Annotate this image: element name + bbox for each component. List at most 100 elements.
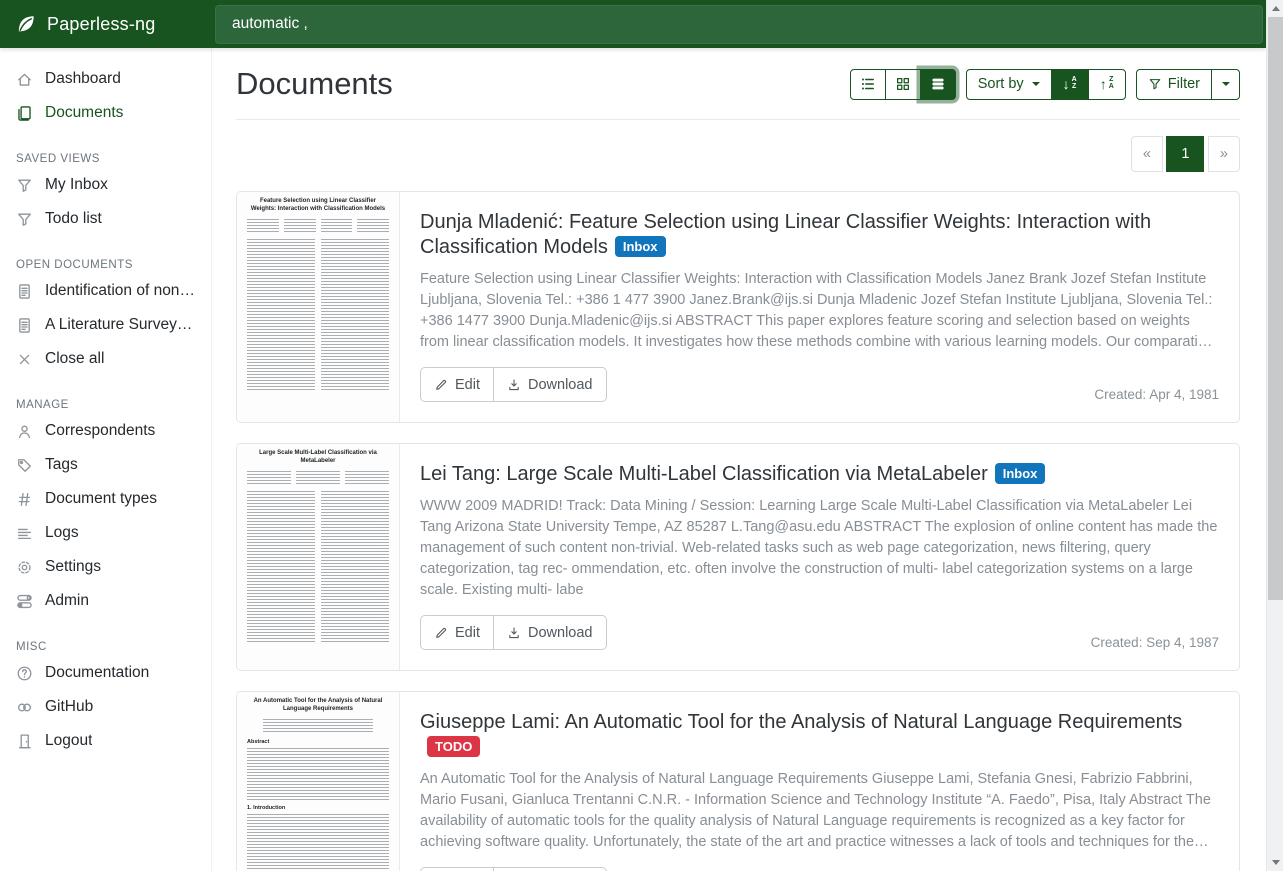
pagination: « 1 » — [1131, 136, 1240, 172]
download-button[interactable]: Download — [493, 615, 607, 650]
paperless-app: Paperless-ng Dashboard Documents SAVED V… — [0, 0, 1283, 871]
sidebar-item-logs[interactable]: Logs — [0, 516, 211, 550]
sort-descending-button[interactable]: ↓ A Z — [1051, 69, 1089, 100]
details-view-button[interactable] — [920, 69, 956, 100]
section-manage: MANAGE — [0, 390, 211, 414]
sidebar-item-correspondents[interactable]: Correspondents — [0, 414, 211, 448]
document-excerpt: Feature Selection using Linear Classifie… — [420, 269, 1219, 353]
download-icon — [507, 378, 521, 392]
grid-view-icon — [895, 76, 911, 92]
sidebar-item-dashboard[interactable]: Dashboard — [0, 62, 211, 96]
scrollbar-up-arrow[interactable] — [1267, 0, 1283, 17]
document-thumbnail[interactable]: Feature Selection using Linear Classifie… — [237, 192, 400, 422]
document-excerpt: WWW 2009 MADRID! Track: Data Mining / Se… — [420, 496, 1219, 601]
scrollbar-down-arrow[interactable] — [1267, 854, 1283, 871]
main-content: Documents — [212, 48, 1266, 871]
documents-icon — [16, 105, 33, 122]
document-thumbnail[interactable]: Large Scale Multi-Label Classification v… — [237, 444, 400, 670]
toggles-icon — [16, 593, 33, 610]
sidebar-item-todo-list[interactable]: Todo list — [0, 202, 211, 236]
hash-icon — [16, 491, 33, 508]
document-title-link[interactable]: Lei Tang: Large Scale Multi-Label Classi… — [420, 462, 1219, 487]
section-misc: MISC — [0, 632, 211, 656]
sidebar-item-tags[interactable]: Tags — [0, 448, 211, 482]
thumbnail-text — [247, 491, 389, 643]
thumbnail-title: Large Scale Multi-Label Classification v… — [248, 449, 388, 466]
leaf-logo-icon — [15, 13, 37, 35]
arrow-up-icon: ↑ — [1100, 77, 1107, 91]
caret-down-icon — [1032, 82, 1040, 86]
tag-icon — [16, 457, 33, 474]
details-view-icon — [930, 76, 946, 92]
card-actions: Edit Download — [420, 615, 607, 650]
filter-button[interactable]: Filter — [1136, 69, 1212, 100]
close-icon — [16, 351, 33, 368]
funnel-icon — [16, 211, 33, 228]
edit-button[interactable]: Edit — [420, 367, 494, 402]
scrollbar-thumb[interactable] — [1268, 17, 1283, 600]
list-view-button[interactable] — [850, 69, 886, 100]
page-title: Documents — [236, 62, 393, 106]
sort-group: Sort by ↓ A Z ↑ Z A — [966, 69, 1126, 100]
grid-view-button[interactable] — [885, 69, 921, 100]
link-icon — [16, 699, 33, 716]
tag-badge-inbox[interactable]: Inbox — [615, 236, 666, 257]
thumbnail-authors — [247, 471, 389, 484]
tag-badge-todo[interactable]: TODO — [427, 736, 480, 757]
pagination-page-1[interactable]: 1 — [1166, 136, 1204, 172]
view-toggle-group — [850, 69, 956, 100]
search-bar-container — [212, 5, 1266, 44]
file-text-icon — [16, 283, 33, 300]
page-scrollbar[interactable] — [1266, 0, 1283, 871]
sidebar-item-documentation[interactable]: Documentation — [0, 656, 211, 690]
sidebar-item-my-inbox[interactable]: My Inbox — [0, 168, 211, 202]
thumbnail-text — [247, 748, 389, 800]
documents-toolbar: Sort by ↓ A Z ↑ Z A — [850, 69, 1240, 100]
document-title-link[interactable]: Giuseppe Lami: An Automatic Tool for the… — [420, 710, 1219, 760]
caret-down-icon — [1222, 82, 1230, 86]
sort-za-letters: Z A — [1109, 77, 1114, 90]
download-button[interactable]: Download — [493, 867, 607, 871]
pagination-prev[interactable]: « — [1131, 136, 1163, 172]
person-icon — [16, 423, 33, 440]
door-icon — [16, 733, 33, 750]
search-input[interactable] — [215, 5, 1263, 44]
section-open-documents: OPEN DOCUMENTS — [0, 250, 211, 274]
sort-by-dropdown[interactable]: Sort by — [966, 69, 1052, 100]
sidebar-item-admin[interactable]: Admin — [0, 584, 211, 618]
logs-icon — [16, 525, 33, 542]
created-date: Created: Apr 4, 1981 — [1094, 387, 1219, 402]
sidebar-item-document-types[interactable]: Document types — [0, 482, 211, 516]
pagination-next[interactable]: » — [1208, 136, 1240, 172]
sidebar-item-open-doc-1[interactable]: Identification of non-fu... — [0, 274, 211, 308]
sidebar-item-open-doc-2[interactable]: A Literature Survey on ... — [0, 308, 211, 342]
thumbnail-authors — [247, 719, 389, 732]
gear-icon — [16, 559, 33, 576]
sidebar-item-settings[interactable]: Settings — [0, 550, 211, 584]
sidebar-item-close-all[interactable]: Close all — [0, 342, 211, 376]
download-button[interactable]: Download — [493, 367, 607, 402]
edit-button[interactable]: Edit — [420, 615, 494, 650]
sidebar-item-github[interactable]: GitHub — [0, 690, 211, 724]
document-card: Large Scale Multi-Label Classification v… — [236, 443, 1240, 671]
document-title-link[interactable]: Dunja Mladenić: Feature Selection using … — [420, 210, 1219, 260]
card-actions: Edit Download — [420, 867, 607, 871]
sidebar-item-documents[interactable]: Documents — [0, 96, 211, 130]
edit-button[interactable]: Edit — [420, 867, 494, 871]
tag-badge-inbox[interactable]: Inbox — [995, 463, 1046, 484]
sidebar: Dashboard Documents SAVED VIEWS My Inbox… — [0, 48, 212, 871]
sidebar-item-logout[interactable]: Logout — [0, 724, 211, 758]
document-thumbnail[interactable]: An Automatic Tool for the Analysis of Na… — [237, 692, 400, 871]
card-actions: Edit Download — [420, 367, 607, 402]
brand[interactable]: Paperless-ng — [0, 13, 212, 35]
filter-dropdown-toggle[interactable] — [1211, 69, 1240, 100]
document-card: Feature Selection using Linear Classifie… — [236, 191, 1240, 423]
filter-group: Filter — [1136, 69, 1240, 100]
thumbnail-section-heading: Abstract — [247, 739, 389, 745]
section-saved-views: SAVED VIEWS — [0, 144, 211, 168]
funnel-icon — [16, 177, 33, 194]
sort-ascending-button[interactable]: ↑ Z A — [1088, 69, 1126, 100]
question-circle-icon — [16, 665, 33, 682]
download-icon — [507, 626, 521, 640]
thumbnail-title: Feature Selection using Linear Classifie… — [248, 197, 388, 214]
